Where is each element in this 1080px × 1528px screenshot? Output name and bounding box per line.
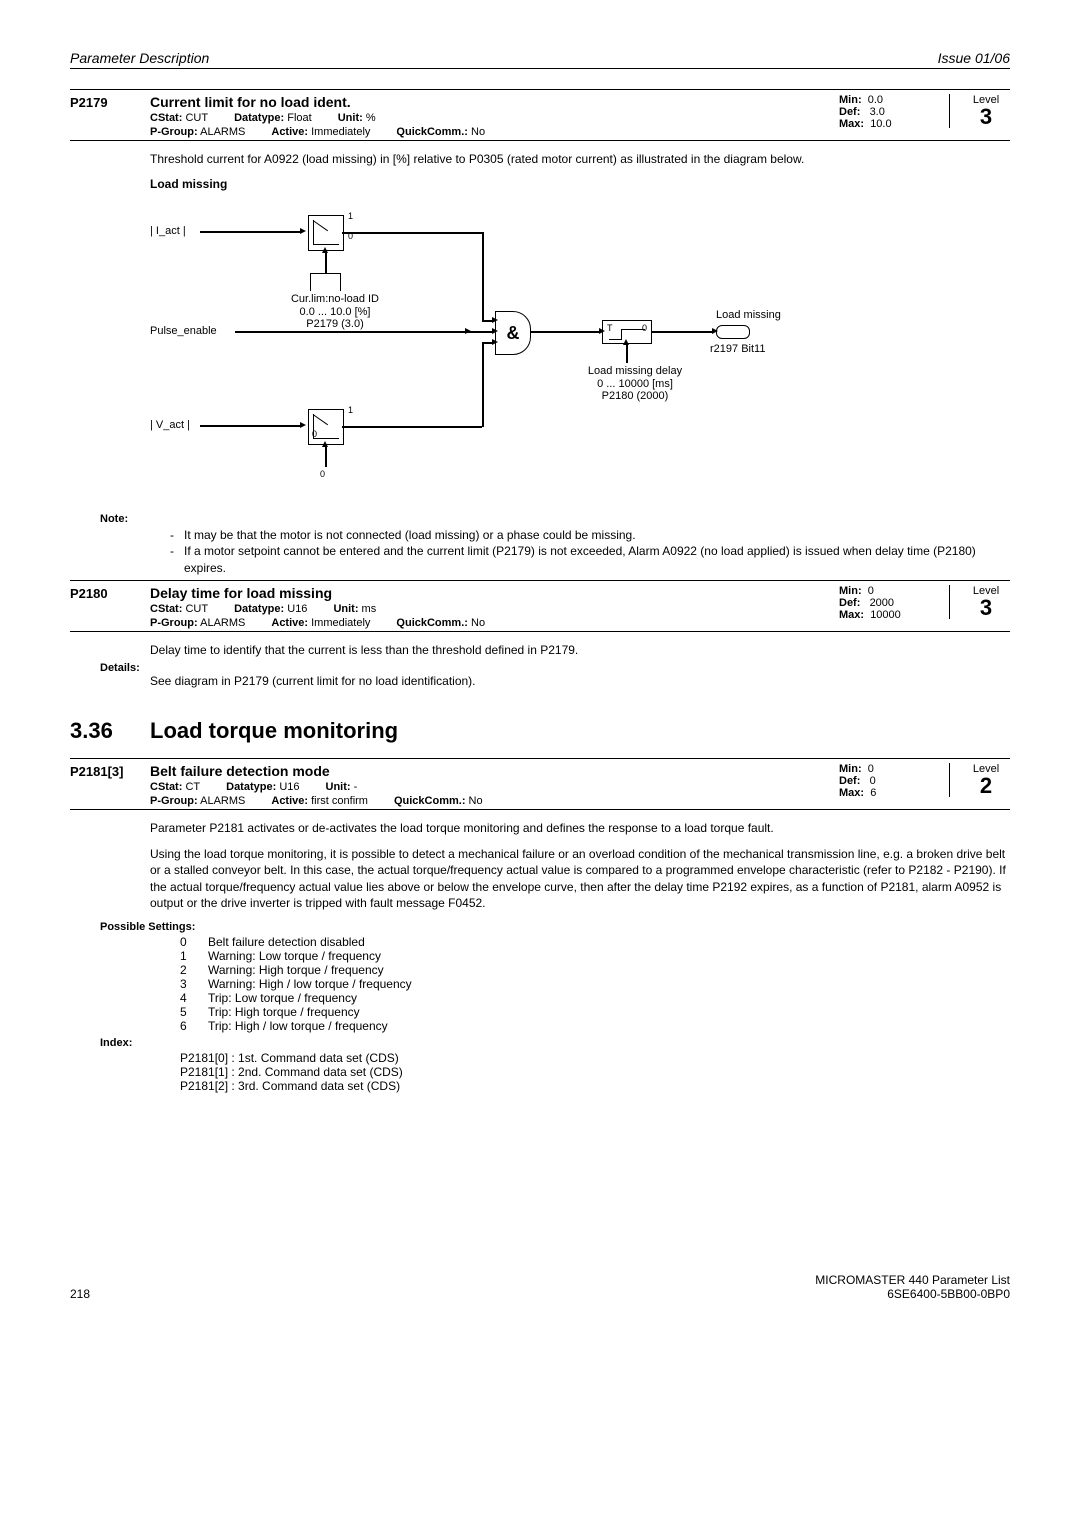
section-heading: 3.36 Load torque monitoring <box>70 718 1010 744</box>
level-box: Level 3 <box>949 94 1010 128</box>
output-coil <box>716 325 750 339</box>
page-header: Parameter Description Issue 01/06 <box>70 50 1010 69</box>
note-list: - It may be that the motor is not connec… <box>170 527 1010 576</box>
page-footer: MICROMASTER 440 Parameter List 6SE6400-5… <box>70 1273 1010 1301</box>
load-missing-diagram: | I_act | 1 0 Cur.lim:no-load ID 0.0 ...… <box>150 197 830 507</box>
diagram-title: Load missing <box>150 177 1010 191</box>
param-title: Current limit for no load ident. <box>150 94 839 110</box>
header-right: Issue 01/06 <box>938 50 1010 66</box>
param-p2180-header: P2180 Delay time for load missing CStat:… <box>70 580 1010 632</box>
header-left: Parameter Description <box>70 50 209 66</box>
and-gate: & <box>495 311 531 355</box>
param-p2179-header: P2179 Current limit for no load ident. C… <box>70 89 1010 141</box>
param-id: P2179 <box>70 94 150 138</box>
note-label: Note: <box>100 513 1010 525</box>
settings-list: 0Belt failure detection disabled1Warning… <box>180 935 1010 1033</box>
param-p2181-header: P2181[3] Belt failure detection mode CSt… <box>70 758 1010 810</box>
index-list: P2181[0] : 1st. Command data set (CDS)P2… <box>180 1051 1010 1093</box>
p2179-desc: Threshold current for A0922 (load missin… <box>150 151 1010 167</box>
